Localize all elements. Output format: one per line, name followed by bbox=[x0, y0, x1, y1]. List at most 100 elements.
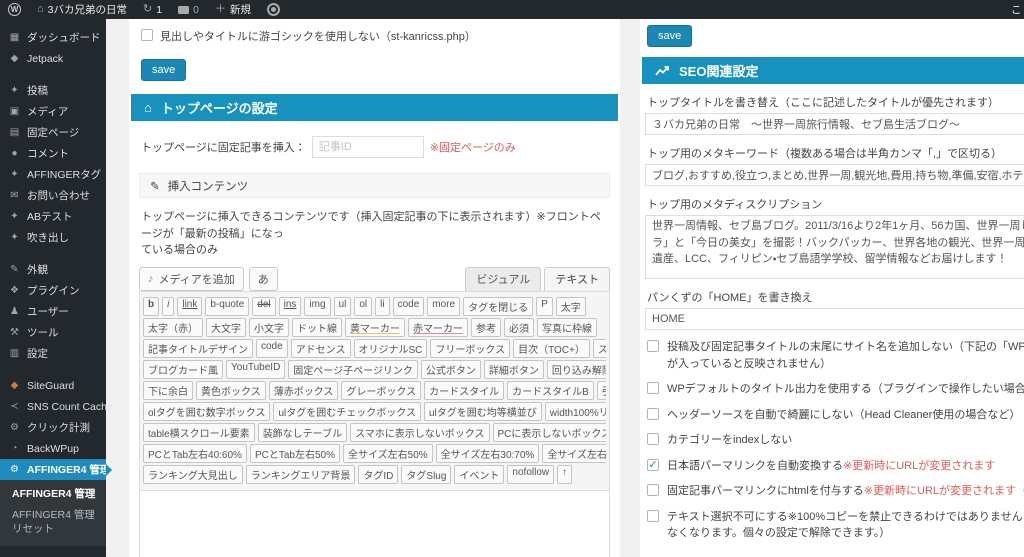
quicktag-button-全サイズ左右30:70%[interactable]: 全サイズ左右30:70% bbox=[435, 443, 540, 463]
plugin-circle-menu[interactable] bbox=[259, 0, 288, 19]
sidebar-item-メディア[interactable]: ▣ メディア bbox=[0, 101, 106, 122]
tab-text[interactable]: テキスト bbox=[544, 266, 610, 291]
quicktag-button-b[interactable]: b bbox=[143, 296, 160, 316]
quicktag-button-オリジナルSC[interactable]: オリジナルSC bbox=[353, 338, 428, 358]
a-quicktag-button[interactable]: あ bbox=[248, 266, 278, 291]
quicktag-button-黄色ボックス[interactable]: 黄色ボックス bbox=[196, 380, 266, 400]
sidebar-item-SNS Count Cache[interactable]: ≺ SNS Count Cache bbox=[0, 396, 113, 417]
quicktag-button-ulタグを囲む均等横並び[interactable]: ulタグを囲む均等横並び bbox=[423, 401, 542, 421]
quicktag-button-装飾なしテーブル[interactable]: 装飾なしテーブル bbox=[257, 422, 348, 442]
quicktag-button-黄マーカー[interactable]: 黄マーカー bbox=[345, 317, 405, 337]
sidebar-item-Jetpack[interactable]: ◆ Jetpack bbox=[0, 48, 106, 69]
sidebar-item-固定ページ[interactable]: ▤ 固定ページ bbox=[0, 122, 106, 143]
sidebar-item-AFFINGERタグ[interactable]: ✦ AFFINGERタグ bbox=[0, 164, 106, 185]
new-content-button[interactable]: ＋ 新規 bbox=[207, 0, 259, 19]
quicktag-button-太字[interactable]: 太字 bbox=[555, 296, 586, 316]
sidebar-item-プラグイン[interactable]: ❖ プラグイン bbox=[0, 280, 106, 301]
fixed-article-input[interactable] bbox=[311, 136, 424, 158]
quicktag-button-全サイズ左右50%[interactable]: 全サイズ左右50% bbox=[342, 443, 433, 463]
quicktag-button-スマホに表示しないボックス[interactable]: スマホに表示しないボックス bbox=[350, 422, 490, 442]
save-button[interactable]: save bbox=[647, 25, 693, 47]
quicktag-button-タグを閉じる[interactable]: タグを閉じる bbox=[463, 296, 534, 316]
breadcrumb-home-input[interactable] bbox=[645, 308, 1024, 330]
wordpress-logo-menu[interactable]: W bbox=[0, 0, 29, 19]
sidebar-item-ABテスト[interactable]: ✦ ABテスト bbox=[0, 206, 106, 227]
quicktag-button-グレーボックス[interactable]: グレーボックス bbox=[341, 380, 422, 400]
sidebar-item-吹き出し[interactable]: ✦ 吹き出し bbox=[0, 227, 106, 248]
sidebar-item-AFFINGER4 管理[interactable]: ⚙ AFFINGER4 管理 bbox=[0, 459, 112, 480]
quicktag-button-記事タイトルデザイン[interactable]: 記事タイトルデザイン bbox=[143, 338, 253, 358]
quicktag-button-大文字[interactable]: 大文字 bbox=[206, 317, 246, 337]
quicktag-button-固定ページ子ページリンク[interactable]: 固定ページ子ページリンク bbox=[288, 359, 418, 379]
quicktag-button-薄赤ボックス[interactable]: 薄赤ボックス bbox=[268, 380, 339, 400]
quicktag-button-link[interactable]: link bbox=[177, 296, 203, 316]
quicktag-button-ブログカード風[interactable]: ブログカード風 bbox=[143, 359, 223, 379]
checkbox[interactable] bbox=[647, 382, 659, 394]
quicktag-button-イベント[interactable]: イベント bbox=[454, 464, 505, 484]
yugothic-checkbox[interactable] bbox=[141, 29, 153, 41]
quicktag-button-カードスタイルB[interactable]: カードスタイルB bbox=[507, 380, 594, 400]
quicktag-button-li[interactable]: li bbox=[375, 296, 390, 316]
quicktag-button-nofollow[interactable]: nofollow bbox=[507, 464, 555, 484]
meta-description-textarea[interactable]: 世界一周情報、セブ島ブログ。2011/3/16より2年1ヶ月、56カ国、世界一周… bbox=[645, 215, 1024, 279]
add-media-button[interactable]: ♪ メディアを追加 bbox=[139, 266, 244, 291]
quicktag-button-カードスタイル[interactable]: カードスタイル bbox=[424, 380, 505, 400]
sidebar-item-ダッシュボード[interactable]: ▦ ダッシュボード bbox=[0, 27, 106, 48]
quicktag-button-目次（TOC+）[interactable]: 目次（TOC+） bbox=[513, 338, 590, 358]
sidebar-item-お問い合わせ[interactable]: ✉ お問い合わせ bbox=[0, 185, 106, 206]
checkbox[interactable] bbox=[647, 484, 659, 496]
checkbox[interactable] bbox=[647, 433, 659, 445]
quicktag-button-b-quote[interactable]: b-quote bbox=[205, 296, 250, 316]
quicktag-button-タグID[interactable]: タグID bbox=[358, 464, 399, 484]
sidebar-item-BackWPup[interactable]: ◔ BackWPup bbox=[0, 438, 106, 459]
meta-keywords-input[interactable] bbox=[645, 164, 1024, 186]
quicktag-button-ul[interactable]: ul bbox=[333, 296, 352, 316]
submenu-item-AFFINGER4 管理[interactable]: AFFINGER4 管理 bbox=[0, 483, 106, 504]
quicktag-button-del[interactable]: del bbox=[252, 296, 276, 316]
quicktag-button-公式ボタン[interactable]: 公式ボタン bbox=[420, 359, 481, 379]
quicktag-button-参考[interactable]: 参考 bbox=[471, 317, 501, 337]
quicktag-button-小文字[interactable]: 小文字 bbox=[249, 317, 289, 337]
quicktag-button-フリーボックス[interactable]: フリーボックス bbox=[430, 338, 511, 358]
checkbox[interactable]: ✓ bbox=[647, 458, 659, 471]
quicktag-button-ins[interactable]: ins bbox=[278, 296, 302, 316]
quicktag-button-引用風[interactable]: 引用風 bbox=[596, 380, 606, 400]
quicktag-button-アドセンス[interactable]: アドセンス bbox=[290, 338, 351, 358]
sidebar-item-クリック計測[interactable]: ⚙ クリック計測 bbox=[0, 417, 106, 438]
quicktag-button-タグSlug[interactable]: タグSlug bbox=[401, 464, 452, 484]
checkbox[interactable] bbox=[647, 340, 659, 352]
quicktag-button-全サイズ左右free%[interactable]: 全サイズ左右free% bbox=[542, 443, 606, 463]
quicktag-button-code[interactable]: code bbox=[256, 338, 288, 358]
quicktag-button-YouTubeID[interactable]: YouTubeID bbox=[226, 359, 286, 379]
checkbox[interactable] bbox=[647, 407, 659, 420]
sidebar-item-SiteGuard[interactable]: ◆ SiteGuard bbox=[0, 375, 106, 396]
sidebar-item-設定[interactable]: ▥ 設定 bbox=[0, 343, 106, 364]
quicktag-button-太字（赤）[interactable]: 太字（赤） bbox=[143, 317, 203, 337]
quicktag-button-ドット線[interactable]: ドット線 bbox=[292, 317, 342, 337]
updates-indicator[interactable]: ↻ 1 bbox=[135, 0, 170, 19]
sidebar-item-投稿[interactable]: ✦ 投稿 bbox=[0, 80, 106, 101]
quicktag-button-olタグを囲む数字ボックス[interactable]: olタグを囲む数字ボックス bbox=[143, 401, 271, 421]
quicktag-button-width100%リセット[interactable]: width100%リセット bbox=[544, 401, 606, 421]
quicktag-button-写真に枠線[interactable]: 写真に枠線 bbox=[537, 317, 597, 337]
sidebar-item-コメント[interactable]: ● コメント bbox=[0, 143, 106, 164]
quicktag-button-P[interactable]: P bbox=[536, 296, 553, 316]
quicktag-button-i[interactable]: i bbox=[162, 296, 175, 316]
quicktag-button-下に余白[interactable]: 下に余白 bbox=[143, 380, 193, 400]
text-editor-area[interactable] bbox=[139, 490, 610, 557]
quicktag-button-↑[interactable]: ↑ bbox=[557, 464, 573, 484]
quicktag-button-PCとTab左右50%[interactable]: PCとTab左右50% bbox=[249, 443, 340, 463]
quicktag-button-スター[interactable]: スター bbox=[592, 338, 606, 358]
save-button[interactable]: save bbox=[141, 59, 187, 81]
quicktag-button-table横スクロール要素[interactable]: table横スクロール要素 bbox=[143, 422, 255, 442]
sidebar-item-ツール[interactable]: ⚒ ツール bbox=[0, 322, 106, 343]
quicktag-button-PCに表示しないボックス[interactable]: PCに表示しないボックス bbox=[492, 422, 606, 442]
tab-visual[interactable]: ビジュアル bbox=[465, 266, 542, 291]
quicktag-button-詳細ボタン[interactable]: 詳細ボタン bbox=[483, 359, 544, 379]
site-home-link[interactable]: ⌂ 3バカ兄弟の日常 bbox=[29, 0, 135, 19]
checkbox[interactable] bbox=[647, 509, 659, 522]
submenu-item-AFFINGER4 管理リセット[interactable]: AFFINGER4 管理リセット bbox=[0, 504, 106, 539]
quicktag-button-PCとTab左右40:60%[interactable]: PCとTab左右40:60% bbox=[143, 443, 247, 463]
quicktag-button-回り込み解除[interactable]: 回り込み解除 bbox=[546, 359, 606, 379]
quicktag-button-ランキング大見出し[interactable]: ランキング大見出し bbox=[143, 464, 243, 484]
